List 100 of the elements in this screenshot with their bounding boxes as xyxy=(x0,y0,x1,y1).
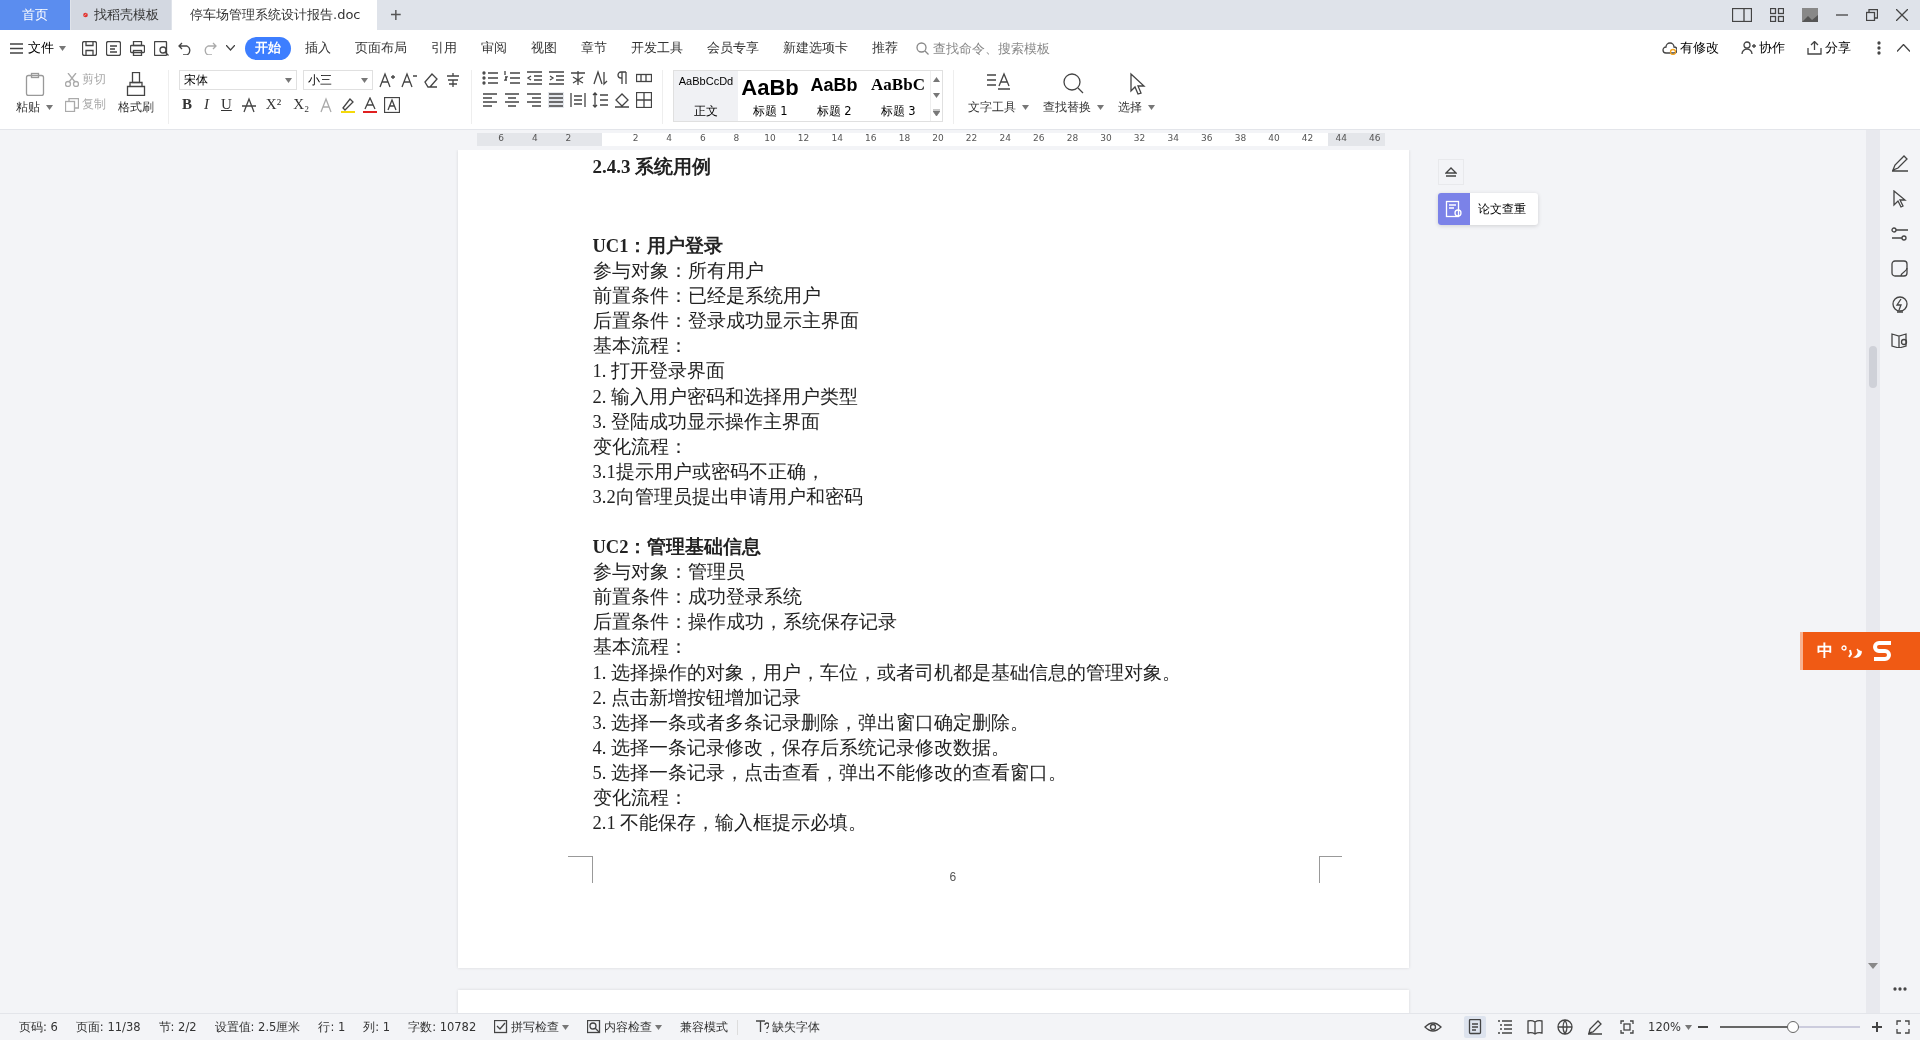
scroll-down-icon[interactable] xyxy=(933,92,940,98)
sort-icon[interactable] xyxy=(592,70,608,86)
search-field[interactable]: 查找命令、搜索模板 xyxy=(933,40,1083,56)
grid-icon[interactable] xyxy=(1770,8,1784,22)
align-left-icon[interactable] xyxy=(482,92,498,108)
new-tab-button[interactable]: + xyxy=(378,0,414,30)
text-line: 3.2向管理员提出申请用户和密码 xyxy=(592,485,863,509)
ribbon-tab[interactable]: 审阅 xyxy=(471,36,517,60)
ruler-label: 38 xyxy=(1234,133,1247,143)
align-right-icon[interactable] xyxy=(526,92,542,108)
restore-icon[interactable] xyxy=(1866,9,1878,21)
ruler-label: 22 xyxy=(965,133,978,143)
pointer-icon[interactable] xyxy=(1892,190,1908,208)
bullet-list-icon[interactable] xyxy=(482,70,498,86)
highlighter-icon[interactable] xyxy=(340,96,357,113)
tool-button[interactable]: 选择 xyxy=(1114,70,1159,117)
format-button[interactable]: U xyxy=(218,96,235,113)
style-option[interactable]: AaBb 标题 2 xyxy=(802,71,866,121)
scroll-down-icon[interactable] xyxy=(1868,963,1878,969)
style-option[interactable]: AaBb 标题 1 xyxy=(738,71,802,121)
status-button[interactable]: 拼写检查 xyxy=(485,1019,579,1035)
format-button[interactable]: I xyxy=(201,96,212,113)
ribbon-tab[interactable]: 会员专享 xyxy=(697,36,769,60)
caret-icon xyxy=(1148,105,1155,110)
ribbon-tab[interactable]: 引用 xyxy=(421,36,467,60)
chinese-layout-icon[interactable] xyxy=(570,70,586,86)
slider-thumb[interactable] xyxy=(1786,1021,1799,1033)
style-option[interactable]: AaBbCcDd 正文 xyxy=(674,71,738,121)
tab[interactable]: 停车场管理系统设计报告.doc xyxy=(172,0,377,30)
export-icon[interactable] xyxy=(106,40,121,56)
character-border-icon[interactable] xyxy=(384,96,401,113)
view-mode-button[interactable] xyxy=(1464,1016,1487,1038)
toolbar-button[interactable]: 分享 xyxy=(1801,38,1857,58)
ribbon-tab[interactable]: 章节 xyxy=(571,36,617,60)
numbered-list-icon[interactable] xyxy=(504,70,520,86)
dropdown-icon[interactable] xyxy=(226,45,235,51)
status-button[interactable]: 缺失字体 xyxy=(746,1019,830,1035)
preview-icon[interactable] xyxy=(154,40,169,56)
shading-icon[interactable] xyxy=(614,92,630,108)
ribbon-tab[interactable]: 推荐 xyxy=(862,36,908,60)
ribbon-tab[interactable]: 插入 xyxy=(295,36,341,60)
line-spacing-icon[interactable] xyxy=(592,92,608,108)
distribute-icon[interactable] xyxy=(570,92,586,108)
paragraph-mark-icon[interactable] xyxy=(614,70,630,86)
ruler-label: 10 xyxy=(764,133,776,143)
ribbon-tab[interactable]: 开发工具 xyxy=(621,36,693,60)
borders-icon[interactable] xyxy=(636,92,652,108)
eye-icon[interactable] xyxy=(1424,1021,1443,1033)
eraser-icon[interactable] xyxy=(423,72,439,88)
tool-button[interactable]: 查找替换 xyxy=(1039,70,1108,117)
fullscreen-icon[interactable] xyxy=(1896,1020,1910,1034)
undo-icon[interactable] xyxy=(178,41,193,55)
toolbar-button[interactable]: 协作 xyxy=(1735,38,1791,58)
tool-button[interactable]: 文字工具 xyxy=(964,70,1033,117)
format-button[interactable]: X₂ xyxy=(290,96,313,113)
lightning-icon[interactable] xyxy=(1891,296,1909,314)
font-size-dropdown[interactable]: 小三 xyxy=(303,70,373,90)
format-button[interactable]: X² xyxy=(262,96,285,113)
format-painter-button[interactable]: 格式刷 xyxy=(114,70,158,117)
inspect-icon xyxy=(587,1020,602,1034)
outdent-icon[interactable] xyxy=(526,70,542,86)
indent-icon[interactable] xyxy=(548,70,564,86)
fit-page-icon[interactable] xyxy=(1620,1020,1635,1034)
file-menu[interactable]: 文件 xyxy=(10,39,74,57)
expand-icon[interactable] xyxy=(933,108,940,116)
justify-icon[interactable] xyxy=(548,92,564,108)
shrink-font-icon[interactable] xyxy=(401,72,417,88)
align-center-icon[interactable] xyxy=(504,92,520,108)
ribbon-tab[interactable]: 视图 xyxy=(521,36,567,60)
scroll-top-button[interactable] xyxy=(1438,159,1464,185)
layout-icon[interactable] xyxy=(1732,8,1752,22)
plagiarism-check-button[interactable]: 论文查重 xyxy=(1438,193,1538,225)
strikethrough-icon[interactable] xyxy=(240,96,257,113)
ribbon-tab[interactable]: 新建选项卡 xyxy=(773,36,858,60)
print-icon[interactable] xyxy=(130,40,145,56)
tab[interactable]: 找稻壳模板 xyxy=(71,0,171,30)
paste-button[interactable]: 粘贴 xyxy=(12,70,57,117)
close-icon[interactable] xyxy=(1896,9,1908,21)
zoom-in-icon[interactable] xyxy=(1872,1022,1882,1032)
format-button[interactable]: B xyxy=(179,96,195,113)
book-search-icon[interactable] xyxy=(1891,332,1909,348)
page-view-icon xyxy=(1467,1019,1484,1035)
grow-font-icon[interactable] xyxy=(379,72,395,88)
font-dropdown[interactable]: 宋体 xyxy=(179,70,297,90)
pen-icon[interactable] xyxy=(1891,154,1909,172)
collapse-icon[interactable] xyxy=(1897,44,1910,52)
scissors-icon xyxy=(65,72,79,87)
ribbon-tab[interactable]: 页面布局 xyxy=(345,36,417,60)
more-icon[interactable] xyxy=(1893,987,1907,991)
zoom-dropdown[interactable]: 120% xyxy=(1642,1019,1698,1035)
style-option[interactable]: AaBbC 标题 3 xyxy=(866,71,930,121)
font-color-icon[interactable] xyxy=(362,96,379,113)
scrollbar-thumb[interactable] xyxy=(1869,346,1877,388)
scroll-up-icon[interactable] xyxy=(933,76,940,82)
save-icon[interactable] xyxy=(82,40,97,56)
status-button[interactable]: 内容检查 xyxy=(578,1019,672,1035)
ribbon-tab[interactable]: 开始 xyxy=(245,36,291,60)
toolbar-button[interactable]: 有修改 xyxy=(1656,38,1725,58)
sliders-icon[interactable] xyxy=(1891,226,1909,242)
more-icon[interactable] xyxy=(1877,41,1881,55)
